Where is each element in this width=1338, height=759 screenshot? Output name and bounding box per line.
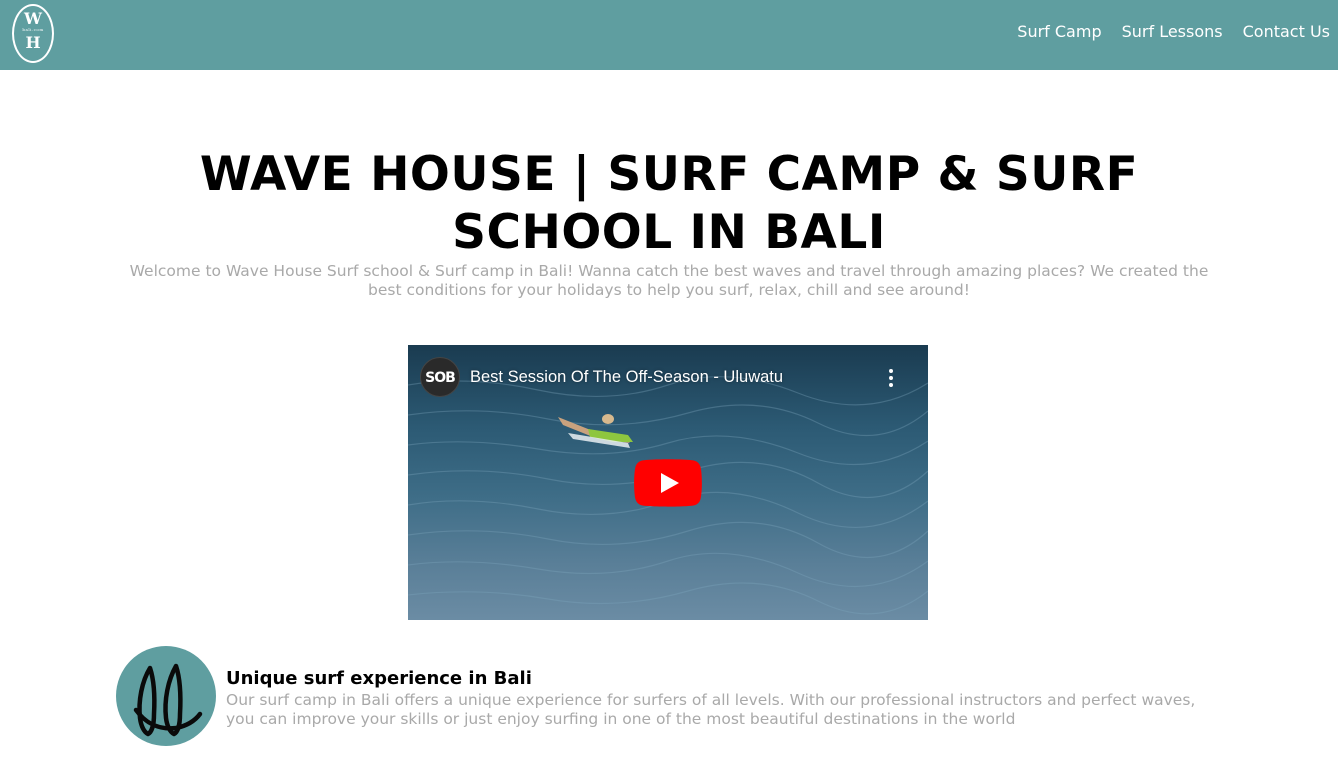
channel-avatar[interactable]: SOB (420, 357, 460, 397)
nav-link-surf-lessons[interactable]: Surf Lessons (1122, 21, 1223, 43)
surfer-figure (558, 414, 633, 448)
more-vert-icon[interactable] (884, 367, 898, 389)
surfboards-icon (116, 646, 216, 746)
main-nav: Surf Camp Surf Lessons Contact Us (1017, 21, 1330, 43)
site-logo[interactable]: W bali.com H (12, 4, 54, 63)
feature-description: Our surf camp in Bali offers a unique ex… (226, 691, 1196, 728)
nav-link-surf-camp[interactable]: Surf Camp (1017, 21, 1101, 43)
video-player[interactable]: SOB Best Session Of The Off-Season - Ulu… (408, 345, 928, 620)
page-title: WAVE HOUSE | SURF CAMP & SURF SCHOOL IN … (199, 147, 1139, 260)
video-title[interactable]: Best Session Of The Off-Season - Uluwatu (470, 366, 783, 388)
site-header: W bali.com H Surf Camp Surf Lessons Cont… (0, 0, 1338, 70)
feature-title: Unique surf experience in Bali (226, 668, 532, 689)
logo-top-letter: W (24, 9, 42, 28)
nav-link-contact-us[interactable]: Contact Us (1243, 21, 1330, 43)
hero-subtitle: Welcome to Wave House Surf school & Surf… (129, 262, 1209, 299)
logo-tagline: bali.com (22, 27, 44, 32)
youtube-play-icon[interactable] (634, 459, 702, 507)
logo-bottom-letter: H (25, 33, 41, 52)
